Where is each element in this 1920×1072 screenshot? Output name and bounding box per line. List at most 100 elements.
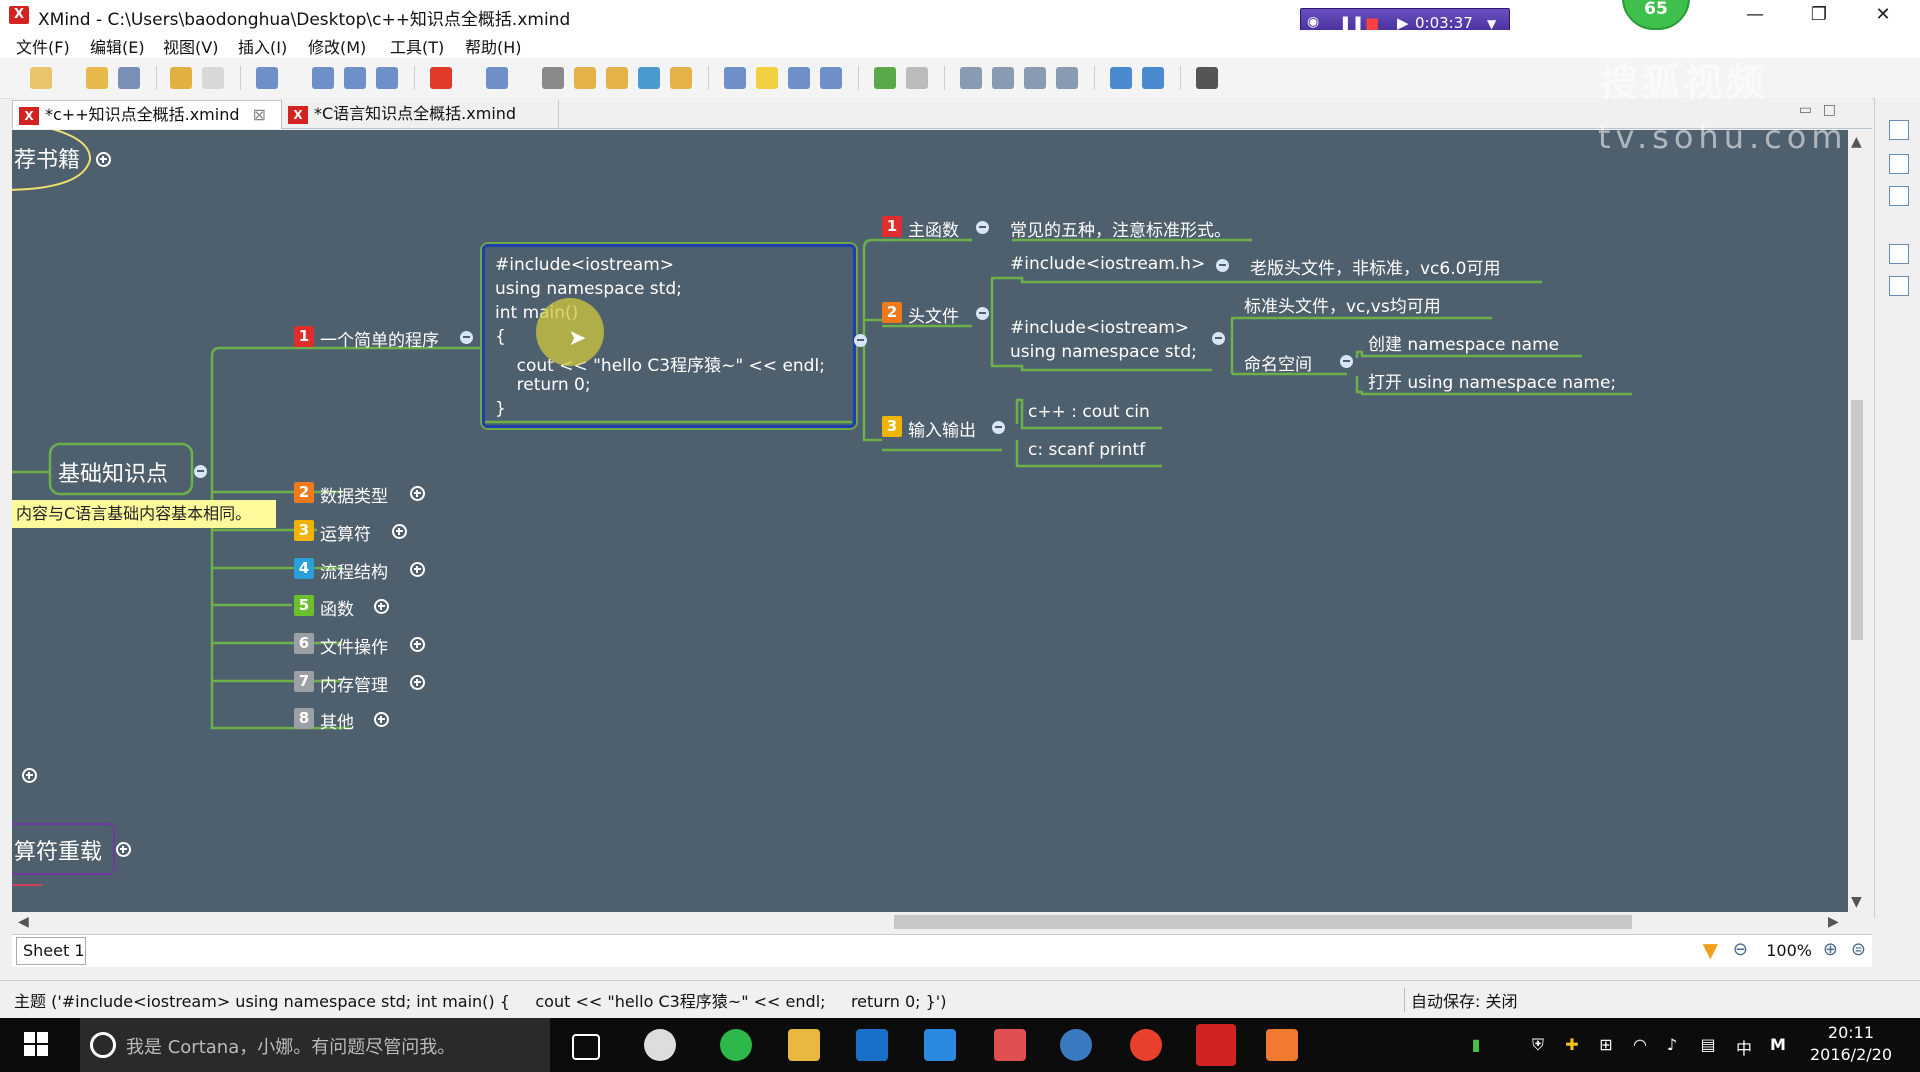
expand-icon[interactable] [410,486,425,501]
expand-icon[interactable] [116,842,131,857]
share-icon[interactable] [1142,67,1164,89]
gantt-icon[interactable] [788,67,810,89]
horizontal-scrollbar[interactable]: ◀ ▶ [12,912,1848,932]
xmind-taskbar-icon[interactable] [1196,1024,1236,1066]
marker-icon[interactable] [430,67,452,89]
subtopic-c-io[interactable]: c: scanf printf [1028,440,1145,460]
partial-topic-books[interactable]: 荐书籍 [14,142,80,174]
zoom-fit-icon[interactable] [1056,67,1078,89]
open-folder-icon[interactable] [86,67,108,89]
subtopic-header-file[interactable]: 头文件 [908,302,959,327]
cortana-search-box[interactable]: 我是 Cortana，小娜。有问题尽管问我。 [80,1018,550,1072]
sheet-tab[interactable]: Sheet 1 [16,937,86,965]
upload-icon[interactable] [1110,67,1132,89]
tab-c-xmind[interactable]: X *C语言知识点全概括.xmind [282,100,559,128]
qq-icon[interactable] [924,1029,956,1061]
zoom-out-icon[interactable]: ⊖ [1733,939,1748,960]
expand-icon[interactable] [22,768,37,783]
collapse-icon[interactable] [1340,355,1353,368]
audio-icon[interactable] [670,67,692,89]
menu-edit[interactable]: 编辑(E) [90,34,145,58]
insert-topic-icon[interactable] [256,67,278,89]
expand-icon[interactable] [374,712,389,727]
scroll-down-icon[interactable]: ▼ [1851,894,1862,910]
vertical-scrollbar[interactable]: ▲ ▼ [1848,130,1866,912]
menu-insert[interactable]: 插入(I) [238,34,287,58]
collapse-icon[interactable] [194,465,207,478]
attachment-icon[interactable] [542,67,564,89]
view-minimize-icon[interactable]: ▭ [1799,102,1812,118]
panel-restore-icon[interactable] [1889,120,1909,140]
central-topic[interactable]: 基础知识点 [58,456,168,488]
plus-tray-icon[interactable]: ✚ [1562,1035,1582,1055]
app-blue-icon[interactable] [1060,1029,1092,1061]
overview-panel-icon[interactable] [1889,276,1909,296]
undo-icon[interactable] [170,67,192,89]
collapse-icon[interactable] [1216,259,1229,272]
menu-help[interactable]: 帮助(H) [465,34,522,58]
relationship-icon[interactable] [376,67,398,89]
ime-indicator[interactable]: 中 [1734,1035,1754,1058]
hyperlink-icon[interactable] [638,67,660,89]
drill-down-icon[interactable] [874,67,896,89]
expand-icon[interactable] [410,562,425,577]
subtopic-main-function[interactable]: 主函数 [908,216,959,241]
collapse-icon[interactable] [976,221,989,234]
recorder-menu-icon[interactable]: ▼ [1487,17,1496,31]
zoom-reset-icon[interactable]: ⊜ [1851,939,1866,960]
menu-modify[interactable]: 修改(M) [308,34,366,58]
menu-tools[interactable]: 工具(T) [390,34,444,58]
filter-icon[interactable]: ▼ [1703,938,1718,962]
brainstorm-icon[interactable] [756,67,778,89]
collapse-icon[interactable] [976,307,989,320]
panel-restore-icon[interactable] [1889,244,1909,264]
image-icon[interactable] [486,67,508,89]
expand-icon[interactable] [374,599,389,614]
properties-icon[interactable] [992,67,1014,89]
subtopic-namespace-open[interactable]: 打开 using namespace name; [1368,368,1616,393]
collapse-icon[interactable] [460,331,473,344]
store-icon[interactable] [856,1029,888,1061]
close-button[interactable]: ✕ [1860,0,1906,30]
ime-mode-indicator[interactable]: M [1768,1035,1788,1055]
notes-icon[interactable] [606,67,628,89]
tab-cpp-xmind[interactable]: X *c++知识点全概括.xmind ⊠ [12,100,282,129]
subtopic-main-function-note[interactable]: 常见的五种，注意标准形式。 [1010,216,1231,241]
horizontal-scroll-thumb[interactable] [894,915,1632,929]
partial-topic-operator-overload[interactable]: 算符重载 [14,834,102,866]
subtopic-namespace[interactable]: 命名空间 [1244,350,1312,375]
scroll-right-icon[interactable]: ▶ [1828,914,1839,930]
expand-icon[interactable] [96,152,111,167]
subtopic-icon[interactable] [312,67,334,89]
collapse-icon[interactable] [854,334,867,347]
menu-file[interactable]: 文件(F) [16,34,70,58]
app-orange-icon[interactable] [1266,1029,1298,1061]
tab-close-icon[interactable]: ⊠ [253,105,266,124]
new-file-icon[interactable] [30,67,52,89]
presentation-icon[interactable] [724,67,746,89]
collapse-icon[interactable] [992,421,1005,434]
subtopic-cpp-io[interactable]: c++ : cout cin [1028,402,1150,422]
save-icon[interactable] [118,67,140,89]
battery-tray-icon[interactable]: ▮ [1466,1035,1486,1055]
drill-up-icon[interactable] [906,67,928,89]
security-tray-icon[interactable]: ⛨ [1528,1035,1548,1055]
view-maximize-icon[interactable]: □ [1823,102,1836,118]
notification-tray-icon[interactable]: ▤ [1698,1035,1718,1055]
clock-icon[interactable] [1024,67,1046,89]
subtopic-io[interactable]: 输入输出 [908,416,976,441]
mindmap-canvas[interactable]: 荐书籍 基础知识点 内容与C语言基础内容基本相同。 算符重载 1 一个简单的程序… [12,130,1848,912]
network-tray-icon[interactable]: ⊞ [1596,1035,1616,1055]
subtopic-iostream-note[interactable]: 标准头文件，vc,vs均可用 [1244,292,1441,317]
subtopic-namespace-create[interactable]: 创建 namespace name [1368,330,1559,355]
file-explorer-icon[interactable] [788,1029,820,1061]
autosave-status[interactable]: 自动保存: 关闭 [1404,988,1517,1012]
collapse-icon[interactable] [1212,332,1225,345]
wifi-tray-icon[interactable]: ◠ [1630,1035,1650,1055]
restore-button[interactable]: ❐ [1796,0,1842,30]
expand-icon[interactable] [410,637,425,652]
label-icon[interactable] [574,67,596,89]
taskbar-clock[interactable]: 20:11 2016/2/20 [1810,1022,1892,1066]
expand-icon[interactable] [392,524,407,539]
task-icon[interactable] [820,67,842,89]
